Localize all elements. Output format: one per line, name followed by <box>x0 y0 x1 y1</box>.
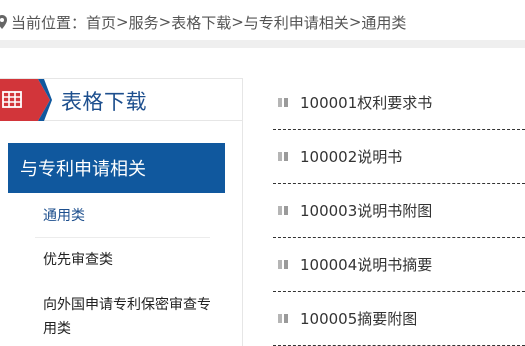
file-item[interactable]: 100005摘要附图 <box>273 292 525 346</box>
sidebar-item-general[interactable]: 通用类 <box>43 204 85 228</box>
document-icon <box>278 152 288 161</box>
sidebar-item-foreign-secrecy-review[interactable]: 向外国申请专利保密审查专用类 <box>43 293 219 341</box>
breadcrumb-separator: > <box>158 13 172 31</box>
file-title[interactable]: 100005摘要附图 <box>300 308 417 329</box>
sidebar-header: 表格下载 <box>0 79 243 121</box>
document-icon <box>278 314 288 323</box>
divider-strip <box>0 40 525 48</box>
breadcrumb-separator: > <box>348 13 362 31</box>
file-title[interactable]: 100002说明书 <box>300 146 402 167</box>
table-icon <box>0 79 52 121</box>
breadcrumb-category-link[interactable]: 与专利申请相关 <box>244 12 349 33</box>
breadcrumb-separator: > <box>116 13 129 31</box>
file-title[interactable]: 100003说明书附图 <box>300 200 432 221</box>
breadcrumb-current-link[interactable]: 通用类 <box>361 12 406 33</box>
breadcrumb-prefix: 当前位置： <box>11 13 87 32</box>
sidebar: 表格下载 与专利申请相关 通用类 优先审查类 向外国申请专利保密审查专用类 <box>0 78 243 346</box>
file-item[interactable]: 100001权利要求书 <box>273 76 525 130</box>
sidebar-category[interactable]: 与专利申请相关 <box>8 143 225 193</box>
file-list: 100001权利要求书 100002说明书 100003说明书附图 100004… <box>273 76 525 346</box>
document-icon <box>278 260 288 269</box>
breadcrumb: 当前位置： 首页 > 服务 > 表格下载 > 与专利申请相关 > 通用类 <box>0 11 406 33</box>
sidebar-item-priority-review[interactable]: 优先审查类 <box>43 248 113 272</box>
document-icon <box>278 98 288 107</box>
breadcrumb-home-link[interactable]: 首页 <box>86 12 116 33</box>
file-item[interactable]: 100004说明书摘要 <box>273 238 525 292</box>
sidebar-title: 表格下载 <box>61 90 147 114</box>
sidebar-item-divider <box>35 237 210 238</box>
breadcrumb-forms-link[interactable]: 表格下载 <box>171 12 231 33</box>
file-title[interactable]: 100004说明书摘要 <box>300 254 432 275</box>
breadcrumb-service-link[interactable]: 服务 <box>129 12 159 33</box>
file-item[interactable]: 100002说明书 <box>273 130 525 184</box>
file-title[interactable]: 100001权利要求书 <box>300 92 432 113</box>
document-icon <box>278 206 288 215</box>
file-item[interactable]: 100003说明书附图 <box>273 184 525 238</box>
location-pin-icon <box>0 15 7 29</box>
breadcrumb-separator: > <box>231 13 244 31</box>
